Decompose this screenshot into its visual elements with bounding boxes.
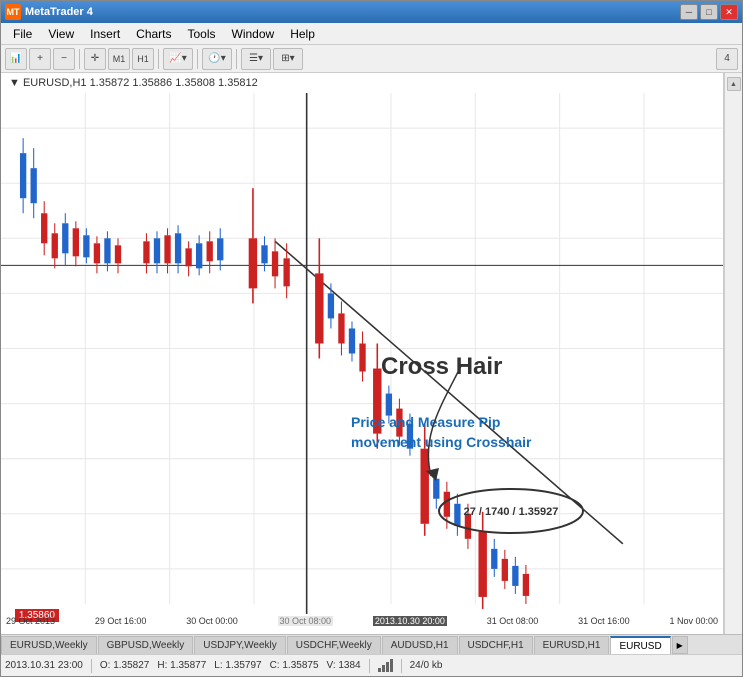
status-vol-label: V: — [327, 660, 336, 671]
toolbar-zoom-out[interactable]: − — [53, 48, 75, 70]
chart-svg — [1, 73, 723, 634]
status-close: C: 1.35875 — [270, 660, 319, 671]
menu-tools[interactable]: Tools — [180, 25, 224, 43]
tab-usdchf-h1[interactable]: USDCHF,H1 — [459, 636, 533, 654]
toolbar-clock[interactable]: 🕐▾ — [202, 48, 232, 70]
status-open-label: O: — [100, 660, 111, 671]
status-signal-icon — [378, 659, 393, 672]
status-open: O: 1.35827 — [100, 660, 150, 671]
tab-usdjpy-weekly[interactable]: USDJPY,Weekly — [194, 636, 286, 654]
toolbar-zoom-in[interactable]: + — [29, 48, 51, 70]
menu-file[interactable]: File — [5, 25, 40, 43]
status-close-label: C: — [270, 660, 280, 671]
status-vol-val: 1384 — [338, 660, 360, 671]
toolbar-period-h1[interactable]: H1 — [132, 48, 154, 70]
toolbar-indicators[interactable]: ⊞▾ — [273, 48, 303, 70]
x-label-4: 30 Oct 08:00 — [278, 616, 334, 626]
main-window: MT MetaTrader 4 ─ □ ✕ File View Insert C… — [0, 0, 743, 677]
status-misc: 24/0 kb — [410, 660, 443, 671]
bar-3 — [386, 662, 389, 672]
chart-header: ▼ EURUSD,H1 1.35872 1.35886 1.35808 1.35… — [9, 77, 258, 89]
menu-window[interactable]: Window — [224, 25, 283, 43]
status-sep-2 — [369, 659, 370, 673]
chart-canvas[interactable]: ▼ EURUSD,H1 1.35872 1.35886 1.35808 1.35… — [1, 73, 724, 634]
right-icon-1[interactable]: ▲ — [727, 77, 741, 91]
tab-eurusd-h1[interactable]: EURUSD,H1 — [534, 636, 610, 654]
toolbar-new-chart[interactable]: 📊 — [5, 48, 27, 70]
toolbar-sep-1 — [79, 49, 80, 69]
status-low-val: 1.35797 — [225, 660, 261, 671]
menu-insert[interactable]: Insert — [82, 25, 128, 43]
status-sep-1 — [91, 659, 92, 673]
x-axis-labels: 29 Oct 2013 29 Oct 16:00 30 Oct 00:00 30… — [1, 616, 723, 626]
menu-bar: File View Insert Charts Tools Window Hel… — [1, 23, 742, 45]
tab-usdchf-weekly[interactable]: USDCHF,Weekly — [287, 636, 381, 654]
x-label-2: 29 Oct 16:00 — [95, 616, 147, 626]
bar-2 — [382, 665, 385, 672]
toolbar-sep-3 — [197, 49, 198, 69]
app-icon: MT — [5, 4, 21, 20]
title-bar: MT MetaTrader 4 ─ □ ✕ — [1, 1, 742, 23]
toolbar-sep-4 — [236, 49, 237, 69]
tab-eurusd-active[interactable]: EURUSD — [610, 636, 670, 654]
toolbar-period-m1[interactable]: M1 — [108, 48, 130, 70]
chart-main: ▼ EURUSD,H1 1.35872 1.35886 1.35808 1.35… — [1, 73, 724, 634]
tab-gbpusd-weekly[interactable]: GBPUSD,Weekly — [98, 636, 194, 654]
close-button[interactable]: ✕ — [720, 4, 738, 20]
status-bar: 2013.10.31 23:00 O: 1.35827 H: 1.35877 L… — [1, 654, 742, 676]
minimize-button[interactable]: ─ — [680, 4, 698, 20]
menu-view[interactable]: View — [40, 25, 82, 43]
status-close-val: 1.35875 — [282, 660, 318, 671]
status-high-val: 1.35877 — [170, 660, 206, 671]
tab-audusd-h1[interactable]: AUDUSD,H1 — [382, 636, 458, 654]
x-label-5: 31 Oct 08:00 — [487, 616, 539, 626]
toolbar-crosshair[interactable]: ✛ — [84, 48, 106, 70]
arrow-svg — [401, 356, 481, 486]
chart-container: ▼ EURUSD,H1 1.35872 1.35886 1.35808 1.35… — [1, 73, 742, 634]
right-panel: ▲ — [724, 73, 742, 634]
oval-annotation: 27 / 1740 / 1.35927 — [431, 476, 591, 539]
bar-1 — [378, 668, 381, 672]
status-high: H: 1.35877 — [157, 660, 206, 671]
status-vol: V: 1384 — [327, 660, 361, 671]
toolbar-sep-2 — [158, 49, 159, 69]
menu-charts[interactable]: Charts — [128, 25, 179, 43]
status-datetime: 2013.10.31 23:00 — [5, 660, 83, 671]
status-low: L: 1.35797 — [214, 660, 261, 671]
title-bar-left: MT MetaTrader 4 — [5, 4, 93, 20]
toolbar-expert-advisor[interactable]: 4 — [716, 48, 738, 70]
window-title: MetaTrader 4 — [25, 6, 93, 18]
x-label-3: 30 Oct 00:00 — [186, 616, 238, 626]
status-sep-3 — [401, 659, 402, 673]
maximize-button[interactable]: □ — [700, 4, 718, 20]
tab-scroll-right[interactable]: ▶ — [672, 636, 688, 654]
toolbar-template[interactable]: ☰▾ — [241, 48, 271, 70]
menu-help[interactable]: Help — [282, 25, 323, 43]
x-label-7: 1 Nov 00:00 — [669, 616, 718, 626]
tab-eurusd-weekly[interactable]: EURUSD,Weekly — [1, 636, 97, 654]
tab-bar: EURUSD,Weekly GBPUSD,Weekly USDJPY,Weekl… — [1, 634, 742, 654]
x-label-1: 29 Oct 2013 — [6, 616, 55, 626]
chart-symbol-info: ▼ EURUSD,H1 1.35872 1.35886 1.35808 1.35… — [9, 77, 258, 89]
x-label-crosshair: 2013.10.30 20:00 — [373, 616, 447, 626]
svg-text:27 / 1740 / 1.35927: 27 / 1740 / 1.35927 — [464, 506, 559, 518]
x-label-6: 31 Oct 16:00 — [578, 616, 630, 626]
bar-4 — [390, 659, 393, 672]
status-low-label: L: — [214, 660, 222, 671]
title-bar-buttons: ─ □ ✕ — [680, 4, 738, 20]
toolbar-chart-type[interactable]: 📈▾ — [163, 48, 193, 70]
toolbar: 📊 + − ✛ M1 H1 📈▾ 🕐▾ ☰▾ ⊞▾ 4 — [1, 45, 742, 73]
status-high-label: H: — [157, 660, 167, 671]
status-open-val: 1.35827 — [113, 660, 149, 671]
